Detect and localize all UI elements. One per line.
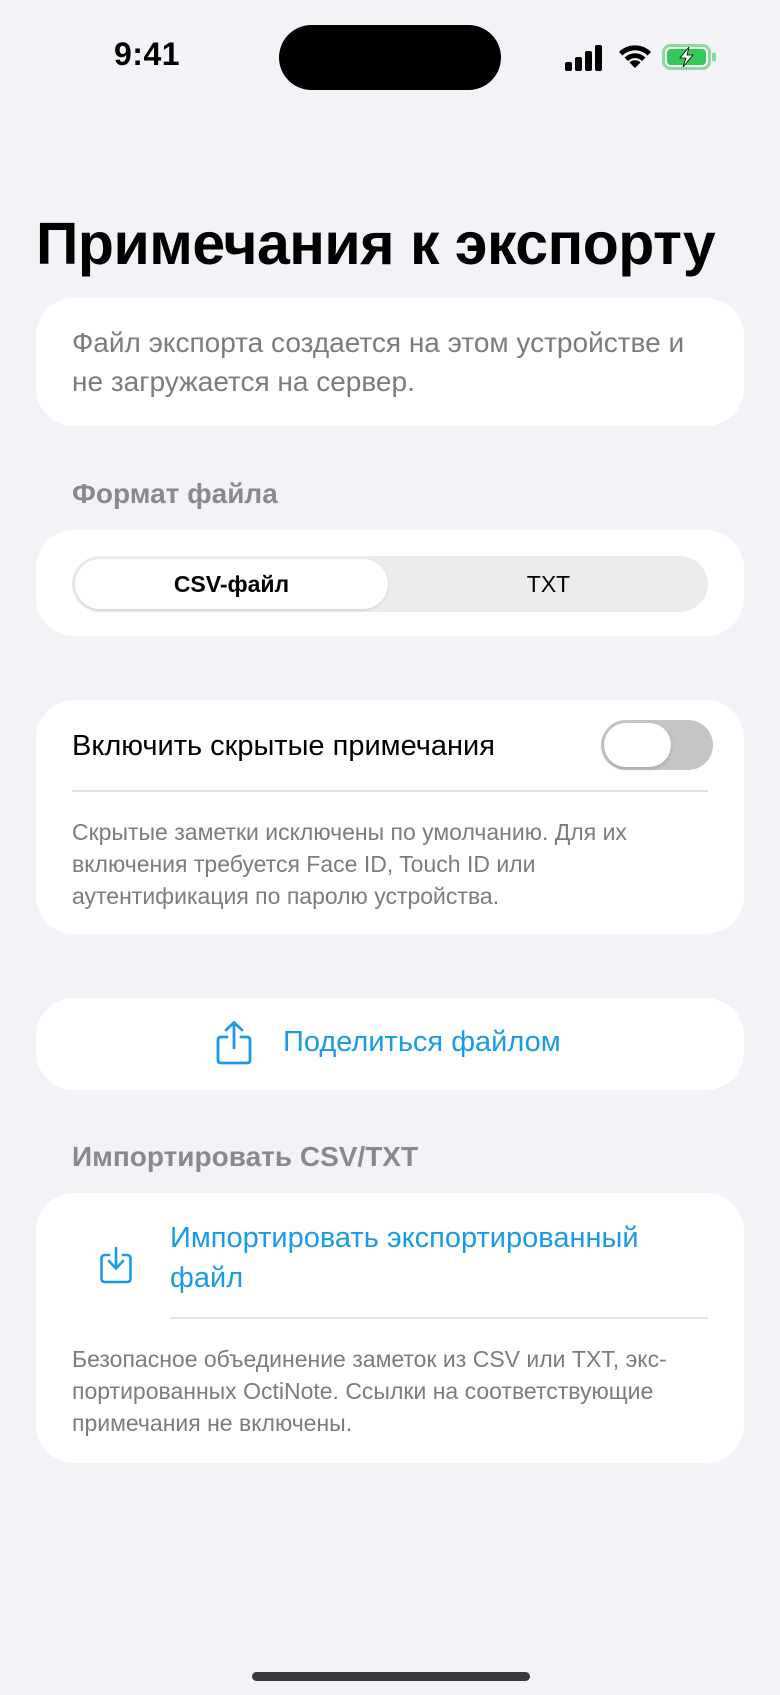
hidden-notes-card: Включить скрытые примечания Скрытые заме… — [36, 700, 744, 934]
import-description: Безопасное объединение заметок из CSV ил… — [72, 1346, 667, 1436]
import-card: Импортировать экспортированный файл Безо… — [36, 1193, 744, 1463]
divider — [72, 790, 708, 792]
cellular-signal-icon — [565, 45, 602, 71]
format-card: CSV-файл TXT — [36, 530, 744, 636]
toggle-knob — [604, 723, 671, 767]
hidden-notes-label: Включить скрытые примечания — [72, 730, 495, 762]
page-title: Примечания к экспорту — [36, 211, 716, 277]
share-file-label: Поделиться файлом — [283, 1026, 561, 1058]
hidden-notes-description: Скрытые заметки исключены по умолчанию. … — [72, 819, 627, 909]
format-option-csv[interactable]: CSV-файл — [75, 559, 388, 609]
status-time: 9:41 — [114, 36, 181, 72]
hidden-notes-toggle[interactable] — [601, 720, 713, 770]
battery-charging-icon — [662, 44, 716, 70]
share-file-button[interactable]: Поделиться файлом — [36, 998, 744, 1090]
status-bar: 9:41 — [0, 0, 780, 115]
dynamic-island — [279, 25, 501, 90]
home-indicator[interactable] — [252, 1672, 530, 1681]
share-icon — [216, 1021, 252, 1065]
divider — [170, 1317, 708, 1319]
import-file-button[interactable]: Импортировать экспортированный файл — [170, 1218, 690, 1298]
export-info-text: Файл экспорта создается на этом устройст… — [72, 327, 685, 397]
wifi-icon — [619, 45, 651, 68]
export-info-card: Файл экспорта создается на этом устройст… — [36, 298, 744, 426]
format-section-header: Формат файла — [72, 478, 278, 509]
import-section-header: Импортировать CSV/TXT — [72, 1141, 419, 1172]
format-option-txt[interactable]: TXT — [392, 559, 705, 609]
import-icon — [100, 1246, 132, 1284]
format-segmented-control: CSV-файл TXT — [72, 556, 708, 612]
